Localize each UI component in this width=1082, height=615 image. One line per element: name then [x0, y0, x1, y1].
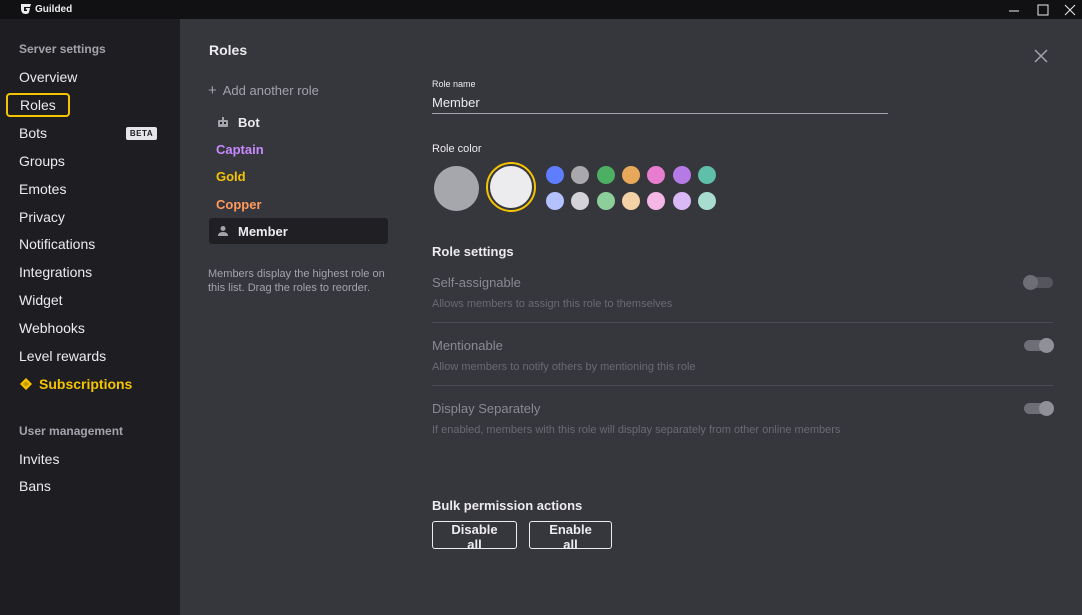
title-bar: Guilded — [0, 0, 1082, 19]
role-name: Gold — [216, 168, 246, 184]
disable-all-button[interactable]: Disable all — [432, 521, 517, 552]
setting-display-separately-desc: If enabled, members with this role will … — [432, 424, 841, 436]
setting-mentionable-desc: Allow members to notify others by mentio… — [432, 361, 696, 373]
color-swatch-default[interactable] — [434, 166, 479, 211]
sidebar-item-subscriptions[interactable]: Subscriptions — [19, 373, 132, 395]
role-name: Captain — [216, 141, 264, 157]
role-name: Member — [238, 223, 288, 239]
maximize-button[interactable] — [1029, 0, 1057, 19]
sidebar-item-bans[interactable]: Bans — [19, 475, 51, 497]
color-swatch[interactable] — [597, 192, 615, 210]
self-assignable-toggle[interactable] — [1023, 275, 1053, 290]
subscriptions-icon — [20, 378, 32, 390]
role-name-input[interactable] — [432, 92, 888, 114]
color-swatch[interactable] — [571, 166, 589, 184]
color-swatch[interactable] — [698, 166, 716, 184]
color-swatch[interactable] — [546, 166, 564, 184]
beta-badge: BETA — [126, 127, 157, 140]
guilded-logo-icon — [21, 4, 31, 14]
color-swatch[interactable] — [546, 192, 564, 210]
user-management-header: User management — [19, 424, 124, 438]
sidebar-item-bots[interactable]: Bots — [19, 122, 47, 144]
sidebar-item-roles[interactable]: Roles — [6, 93, 70, 117]
sidebar-item-level-rewards[interactable]: Level rewards — [19, 345, 106, 367]
color-swatch[interactable] — [673, 166, 691, 184]
close-icon — [1034, 49, 1048, 63]
sidebar-item-label: Subscriptions — [39, 376, 133, 392]
bot-icon — [216, 115, 230, 129]
close-settings-button[interactable] — [1033, 48, 1049, 64]
add-role-label: Add another role — [222, 83, 319, 98]
mentionable-toggle[interactable] — [1024, 338, 1054, 353]
role-item-copper[interactable]: Copper — [209, 191, 388, 217]
plus-icon: + — [208, 82, 217, 99]
display-separately-toggle[interactable] — [1024, 401, 1054, 416]
sidebar-item-integrations[interactable]: Integrations — [19, 261, 92, 283]
role-settings-title: Role settings — [432, 244, 514, 259]
setting-display-separately-title: Display Separately — [432, 401, 541, 416]
color-swatch[interactable] — [647, 166, 665, 184]
minimize-button[interactable] — [1000, 0, 1028, 19]
toggle-knob — [1023, 275, 1038, 290]
toggle-knob — [1039, 338, 1054, 353]
divider — [432, 385, 1053, 386]
setting-self-assignable-title: Self-assignable — [432, 275, 521, 290]
color-swatch[interactable] — [698, 192, 716, 210]
roles-order-note: Members display the highest role on this… — [208, 268, 385, 294]
sidebar-item-groups[interactable]: Groups — [19, 150, 65, 172]
color-swatch[interactable] — [622, 192, 640, 210]
sidebar-item-invites[interactable]: Invites — [19, 448, 59, 470]
color-swatch-custom[interactable] — [490, 166, 532, 208]
role-name-label: Role name — [432, 79, 476, 89]
role-item-captain[interactable]: Captain — [209, 136, 388, 162]
page-title: Roles — [209, 42, 248, 58]
sidebar-item-widget[interactable]: Widget — [19, 289, 63, 311]
maximize-icon — [1037, 4, 1049, 15]
app-name: Guilded — [35, 4, 73, 15]
settings-sidebar: Server settings Overview Roles Bots BETA… — [0, 19, 180, 615]
color-swatch[interactable] — [622, 166, 640, 184]
server-settings-header: Server settings — [19, 42, 106, 56]
minimize-icon — [1009, 10, 1019, 11]
role-name: Bot — [238, 114, 260, 130]
user-icon — [216, 224, 230, 238]
sidebar-item-notifications[interactable]: Notifications — [19, 233, 95, 255]
role-color-label: Role color — [432, 143, 482, 155]
role-name: Copper — [216, 196, 262, 212]
sidebar-item-privacy[interactable]: Privacy — [19, 206, 65, 228]
color-swatch[interactable] — [673, 192, 691, 210]
role-item-member[interactable]: Member — [209, 218, 388, 244]
color-swatch[interactable] — [597, 166, 615, 184]
sidebar-item-emotes[interactable]: Emotes — [19, 178, 66, 200]
setting-mentionable-title: Mentionable — [432, 338, 503, 353]
sidebar-item-overview[interactable]: Overview — [19, 66, 77, 88]
divider — [432, 322, 1053, 323]
toggle-knob — [1039, 401, 1054, 416]
bulk-permission-title: Bulk permission actions — [432, 498, 583, 513]
enable-all-button[interactable]: Enable all — [529, 521, 612, 552]
close-icon — [1064, 4, 1076, 15]
role-item-bot[interactable]: Bot — [209, 109, 388, 135]
color-swatch[interactable] — [647, 192, 665, 210]
add-role-button[interactable]: + Add another role — [208, 82, 319, 99]
sidebar-item-webhooks[interactable]: Webhooks — [19, 317, 85, 339]
window-close-button[interactable] — [1056, 0, 1082, 19]
role-item-gold[interactable]: Gold — [209, 163, 388, 189]
color-swatch[interactable] — [571, 192, 589, 210]
setting-self-assignable-desc: Allows members to assign this role to th… — [432, 298, 673, 310]
